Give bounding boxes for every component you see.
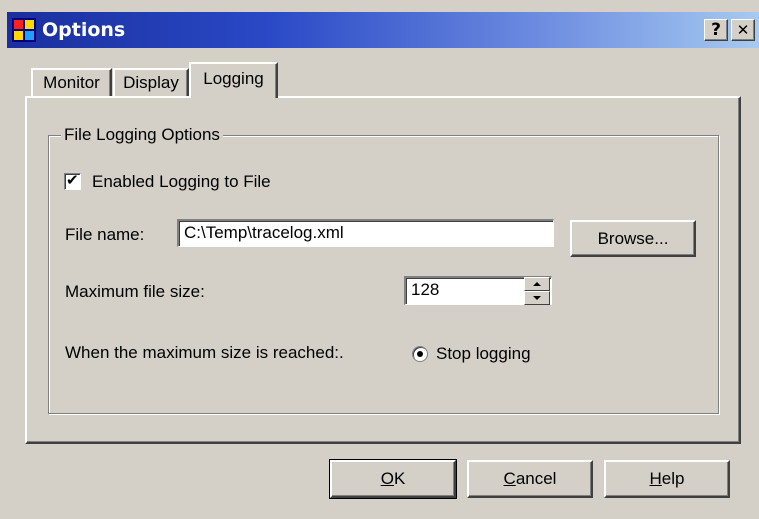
group-legend: File Logging Options: [61, 124, 223, 146]
browse-button[interactable]: Browse...: [570, 220, 696, 257]
cancel-label-rest: ancel: [515, 469, 557, 488]
browse-button-label: Browse...: [597, 229, 669, 248]
cancel-mnemonic: C: [503, 469, 516, 488]
tab-logging[interactable]: Logging: [189, 62, 278, 98]
title-bar[interactable]: Options ? ✕: [7, 12, 759, 48]
question-mark-icon: ?: [711, 20, 721, 40]
tab-logging-label: Logging: [203, 69, 264, 88]
tab-monitor[interactable]: Monitor: [31, 68, 112, 96]
help-label-rest: elp: [661, 469, 685, 488]
checkmark-icon: ✔: [66, 171, 79, 189]
ok-mnemonic: O: [380, 469, 394, 488]
tab-display-label: Display: [123, 73, 179, 92]
help-caption-button[interactable]: ?: [704, 19, 728, 41]
options-app-icon: [12, 18, 36, 42]
cancel-button[interactable]: Cancel: [467, 460, 593, 498]
arrow-up-icon: [533, 282, 541, 286]
help-button[interactable]: Help: [604, 460, 730, 498]
max-file-size-label: Maximum file size:: [65, 282, 205, 301]
close-button[interactable]: ✕: [731, 19, 755, 41]
file-name-input[interactable]: C:\Temp\tracelog.xml: [177, 219, 554, 247]
spin-down-button[interactable]: [524, 291, 550, 305]
enable-logging-label[interactable]: Enabled Logging to File: [92, 171, 271, 193]
ok-label-rest: K: [393, 469, 406, 488]
close-icon: ✕: [736, 21, 750, 39]
spin-up-button[interactable]: [524, 277, 550, 291]
tab-display[interactable]: Display: [113, 68, 189, 96]
when-max-reached-label: When the maximum size is reached:.: [65, 343, 344, 362]
window-title: Options: [42, 19, 126, 41]
enable-logging-checkbox[interactable]: ✔: [64, 171, 81, 190]
help-mnemonic: H: [649, 469, 662, 488]
arrow-down-icon: [533, 296, 541, 300]
ok-button[interactable]: OK: [329, 459, 457, 499]
radio-selected-dot: [417, 351, 423, 357]
stop-logging-label[interactable]: Stop logging: [436, 343, 531, 365]
stop-logging-radio[interactable]: [412, 346, 428, 362]
file-name-label: File name:: [65, 225, 145, 244]
options-dialog: Options ? ✕ Monitor Display Logging File…: [0, 0, 759, 519]
tab-monitor-label: Monitor: [43, 73, 100, 92]
